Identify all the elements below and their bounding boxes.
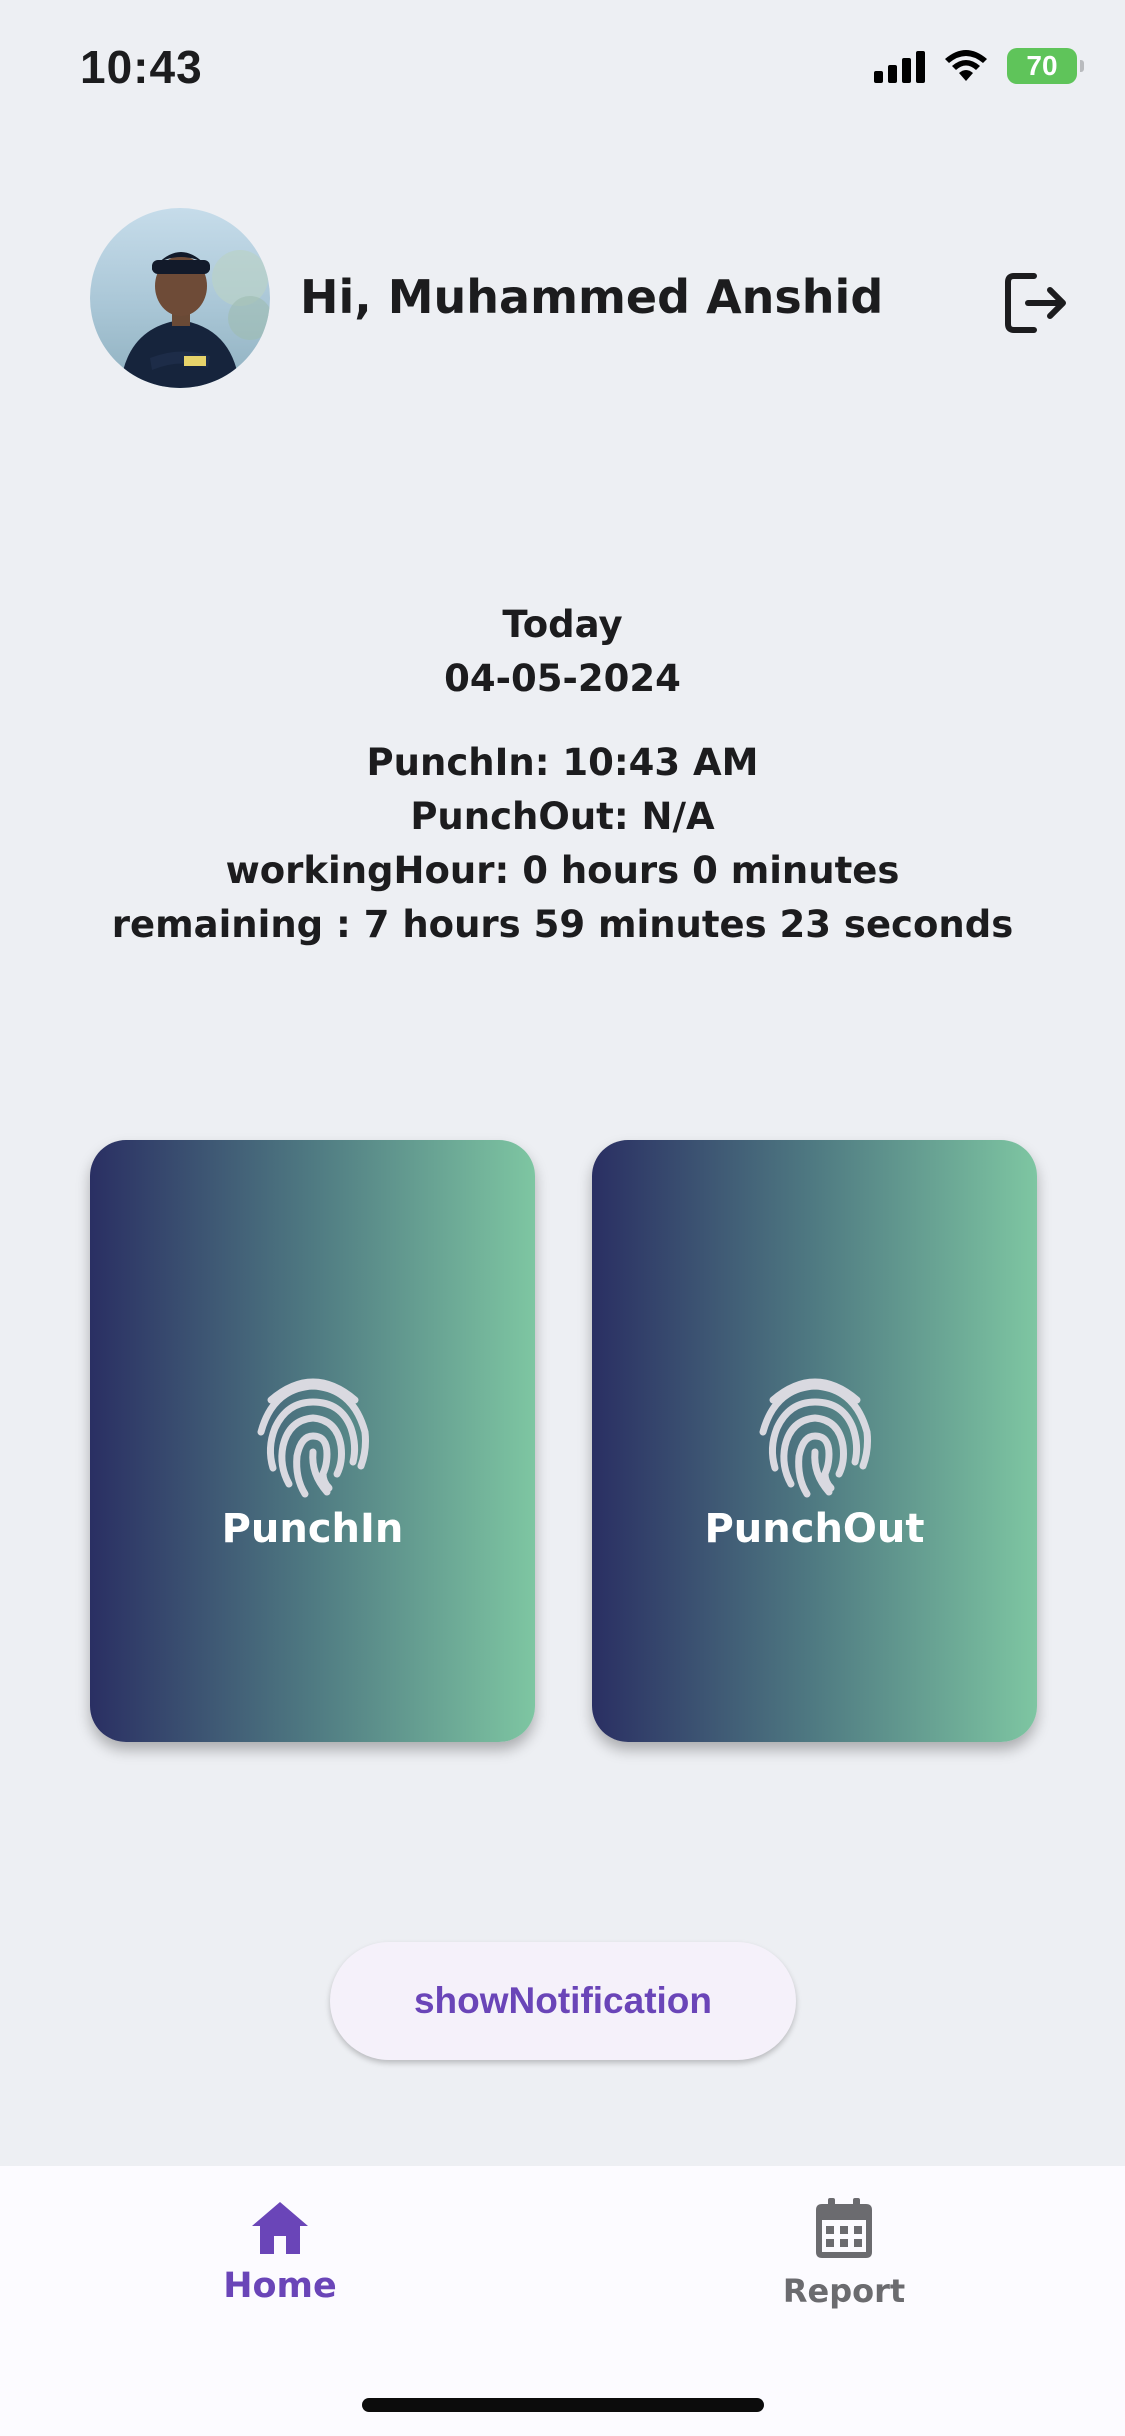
battery-level: 70 [1026,50,1058,81]
bottom-navigation: Home Report [0,2166,1125,2436]
nav-label-home: Home [223,2266,337,2306]
home-icon [252,2202,308,2254]
status-bar: 10:43 70 [0,0,1125,140]
fingerprint-icon [257,1378,369,1498]
battery-indicator: 70 [1007,48,1084,84]
cellular-signal-icon [874,49,925,83]
punch-out-time: PunchOut: N/A [410,795,715,838]
working-hours: workingHour: 0 hours 0 minutes [225,849,900,892]
calendar-icon [816,2198,872,2258]
fingerprint-icon [759,1378,871,1498]
status-time: 10:43 [80,41,203,93]
punch-in-label: PunchIn [221,1506,404,1552]
nav-item-home[interactable]: Home [160,2196,400,2306]
show-notification-button[interactable]: showNotification [330,1942,796,2060]
greeting-text: Hi, Muhammed Anshid [300,270,884,324]
punch-out-card[interactable]: PunchOut [592,1140,1037,1742]
home-indicator [362,2398,764,2412]
nav-label-report: Report [782,2272,906,2310]
status-icons: 70 [874,48,1084,84]
logout-icon [1005,273,1066,333]
logout-button[interactable] [1000,268,1070,338]
user-header: Hi, Muhammed Anshid [90,208,1070,392]
today-title: Today [502,603,623,646]
avatar-photo [120,250,270,388]
today-date: 04-05-2024 [444,657,681,700]
wifi-icon [945,50,987,81]
nav-item-report[interactable]: Report [724,2196,964,2310]
punch-in-card[interactable]: PunchIn [90,1140,535,1742]
remaining-time: remaining : 7 hours 59 minutes 23 second… [111,903,1014,946]
punch-out-label: PunchOut [704,1506,925,1552]
avatar[interactable] [90,208,270,388]
punch-in-time: PunchIn: 10:43 AM [366,741,759,784]
today-summary: Today 04-05-2024 PunchIn: 10:43 AM Punch… [0,598,1125,952]
